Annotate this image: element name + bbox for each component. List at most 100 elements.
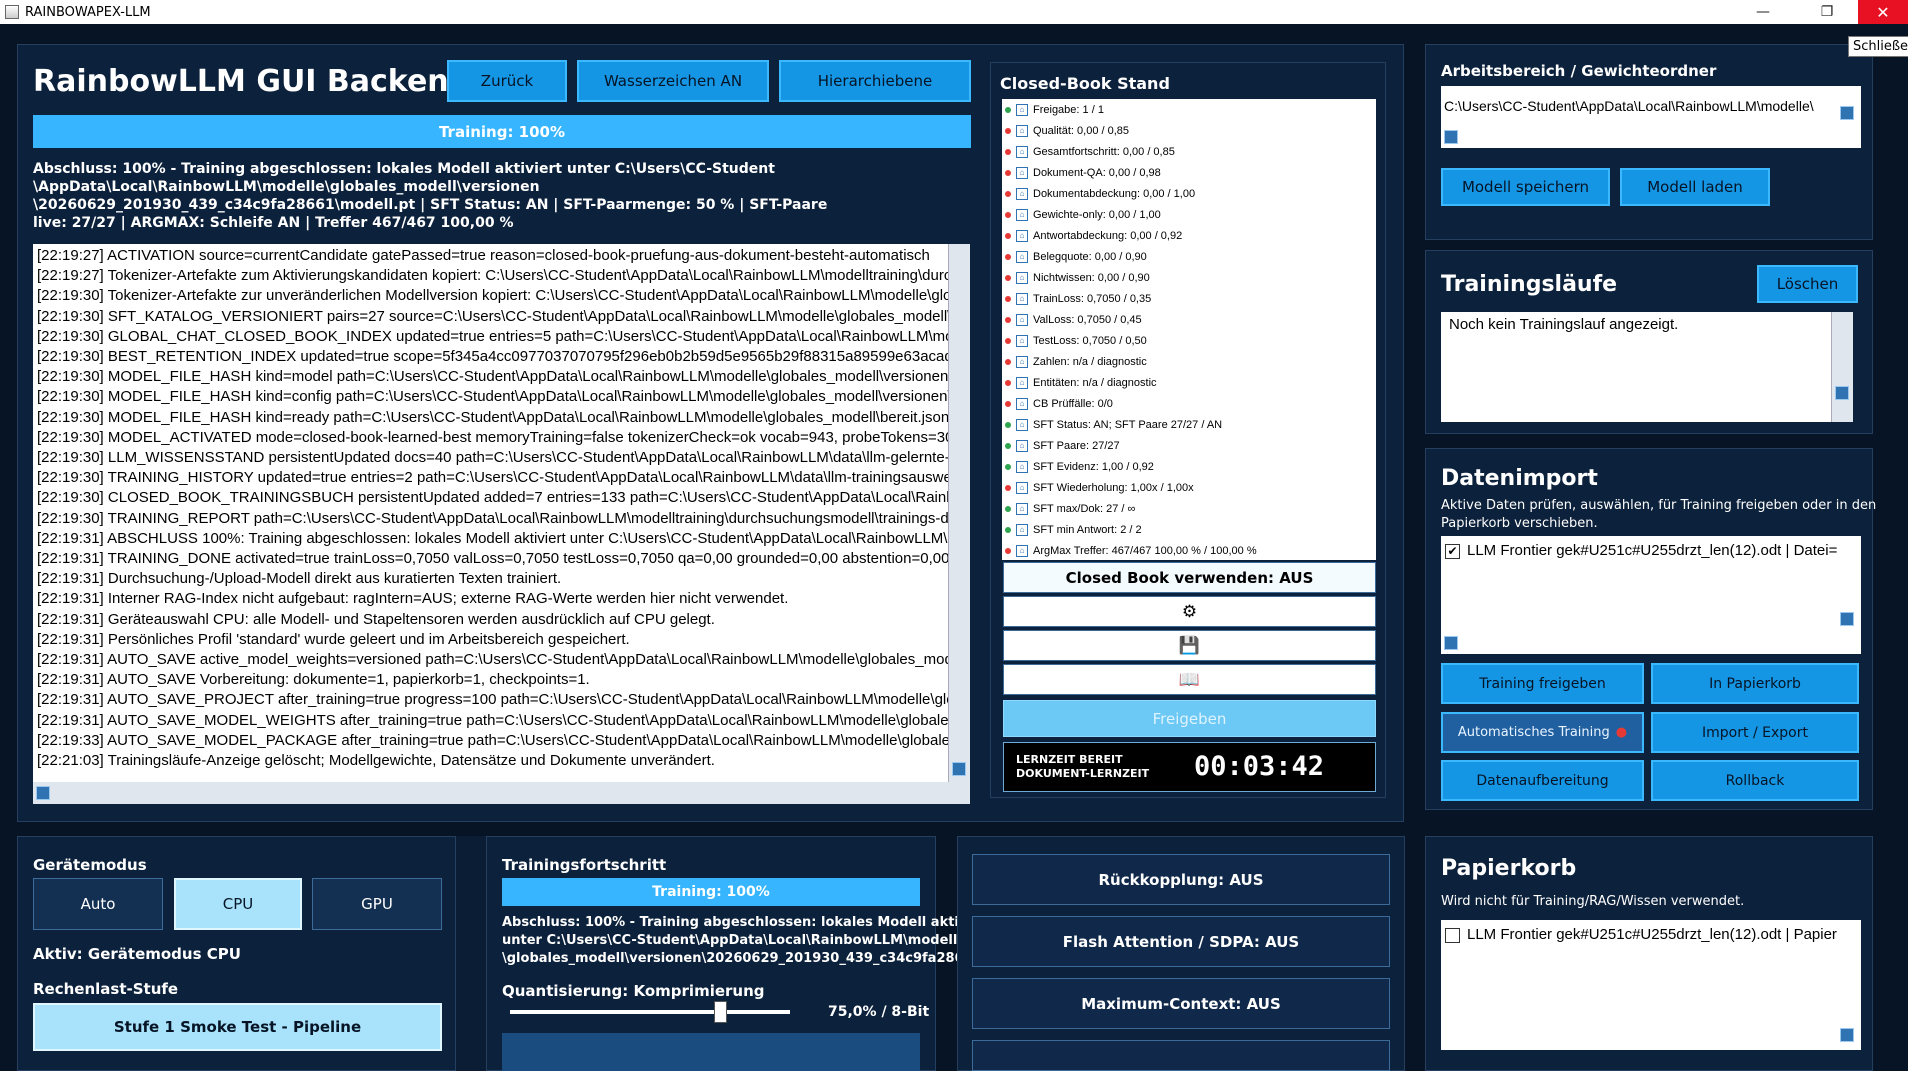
workspace-title: Arbeitsbereich / Gewichteordner <box>1441 62 1717 80</box>
quant-slider-track[interactable] <box>510 1010 790 1014</box>
closed-book-row-label: SFT Status: AN; SFT Paare 27/27 / AN <box>1033 418 1223 431</box>
runs-list[interactable]: Noch kein Trainingslauf angezeigt. <box>1441 312 1853 422</box>
log-line: [22:21:03] Trainingsläufe-Anzeige gelösc… <box>37 752 715 770</box>
path-scroll-thumb[interactable] <box>1444 130 1458 144</box>
data-prep-button[interactable]: Datenaufbereitung <box>1441 760 1644 801</box>
import-vscroll-thumb[interactable] <box>1840 612 1854 626</box>
log-hscroll-thumb[interactable] <box>36 786 50 800</box>
max-context-toggle[interactable]: Maximum-Context: AUS <box>972 978 1390 1029</box>
status-fail-icon <box>1005 190 1011 197</box>
closed-book-row-label: TrainLoss: 0,7050 / 0,35 <box>1033 292 1152 305</box>
auto-training-button[interactable]: Automatisches Training ● <box>1441 712 1644 753</box>
status-line: \AppData\Local\RainbowLLM\modelle\global… <box>33 179 540 195</box>
gear-icon[interactable]: ⚙ <box>1003 596 1376 627</box>
close-button[interactable]: ✕ <box>1858 0 1908 24</box>
auto-training-label: Automatisches Training <box>1457 725 1610 740</box>
status-fail-icon <box>1005 358 1011 365</box>
next-toggle[interactable] <box>972 1040 1390 1071</box>
quant-slider-thumb[interactable] <box>714 1001 727 1023</box>
status-fail-icon <box>1005 316 1011 323</box>
trash-scroll-thumb[interactable] <box>1840 1028 1854 1042</box>
log-line: [22:19:30] CLOSED_BOOK_TRAININGSBUCH per… <box>37 489 948 507</box>
status-fail-icon <box>1005 211 1011 218</box>
status-fail-icon <box>1005 148 1011 155</box>
quant-label: Quantisierung: Komprimierung <box>502 982 765 1000</box>
closed-book-row: ⌂ TrainLoss: 0,7050 / 0,35 <box>1002 288 1376 309</box>
device-cpu-button[interactable]: CPU <box>174 878 302 930</box>
closed-book-row-label: Antwortabdeckung: 0,00 / 0,92 <box>1033 229 1183 242</box>
release-training-button[interactable]: Training freigeben <box>1441 663 1644 704</box>
runs-scroll-thumb[interactable] <box>1835 386 1849 400</box>
release-button[interactable]: Freigeben <box>1003 700 1376 737</box>
progress-text: Abschluss: 100% - Training abgeschlossen… <box>502 914 993 968</box>
trash-desc: Wird nicht für Training/RAG/Wissen verwe… <box>1441 894 1745 909</box>
import-item-checkbox[interactable]: ✔ <box>1445 543 1460 559</box>
trash-list[interactable]: LLM Frontier gek#U251c#U255drzt_len(12).… <box>1441 920 1861 1050</box>
close-tooltip: Schließen <box>1848 36 1908 57</box>
closed-book-row-label: Freigabe: 1 / 1 <box>1033 103 1104 116</box>
runs-title: Trainingsläufe <box>1441 272 1618 297</box>
closed-book-row: ⌂ Qualität: 0,00 / 0,85 <box>1002 120 1376 141</box>
trash-item[interactable]: LLM Frontier gek#U251c#U255drzt_len(12).… <box>1441 920 1861 949</box>
lock-icon: ⌂ <box>1016 166 1028 179</box>
log-scrollbar[interactable] <box>948 244 970 782</box>
closed-book-row: ⌂ Dokumentabdeckung: 0,00 / 1,00 <box>1002 183 1376 204</box>
delete-runs-button[interactable]: Löschen <box>1757 265 1858 303</box>
lock-icon: ⌂ <box>1016 397 1028 410</box>
rollback-button[interactable]: Rollback <box>1651 760 1859 801</box>
status-fail-icon <box>1005 127 1011 134</box>
device-auto-button[interactable]: Auto <box>33 878 163 930</box>
log-scroll-thumb[interactable] <box>952 762 966 776</box>
closed-book-row: ⌂ Nichtwissen: 0,00 / 0,90 <box>1002 267 1376 288</box>
import-list[interactable]: ✔ LLM Frontier gek#U251c#U255drzt_len(12)… <box>1441 536 1861 654</box>
closed-book-row: ⌂ SFT min Antwort: 2 / 2 <box>1002 519 1376 540</box>
hierarchy-button[interactable]: Hierarchiebene <box>779 60 971 102</box>
device-gpu-button[interactable]: GPU <box>312 878 442 930</box>
import-export-button[interactable]: Import / Export <box>1651 712 1859 753</box>
minimize-button[interactable]: — <box>1740 0 1786 24</box>
import-hscroll-thumb[interactable] <box>1444 636 1458 650</box>
back-button[interactable]: Zurück <box>447 60 567 102</box>
quant-value: 75,0% / 8-Bit <box>828 1004 930 1020</box>
progress-line: unter C:\Users\CC-Student\AppData\Local\… <box>502 933 967 948</box>
maximize-button[interactable]: ❐ <box>1804 0 1850 24</box>
status-ok-icon <box>1005 505 1011 512</box>
move-to-trash-button[interactable]: In Papierkorb <box>1651 663 1859 704</box>
runs-scrollbar[interactable] <box>1831 312 1853 422</box>
save-model-button[interactable]: Modell speichern <box>1441 168 1610 206</box>
log-output[interactable]: [22:19:27] ACTIVATION source=currentCand… <box>33 244 948 782</box>
book-icon[interactable]: 📖 <box>1003 664 1376 695</box>
lock-icon: ⌂ <box>1016 334 1028 347</box>
lock-icon: ⌂ <box>1016 418 1028 431</box>
path-vscroll-thumb[interactable] <box>1840 106 1854 120</box>
status-fail-icon <box>1005 253 1011 260</box>
import-item[interactable]: ✔ LLM Frontier gek#U251c#U255drzt_len(12)… <box>1441 536 1861 565</box>
trash-item-checkbox[interactable] <box>1445 927 1460 943</box>
flash-attention-toggle[interactable]: Flash Attention / SDPA: AUS <box>972 916 1390 967</box>
closed-book-title: Closed-Book Stand <box>1000 74 1170 93</box>
closed-book-row-label: SFT min Antwort: 2 / 2 <box>1033 523 1142 536</box>
workspace-path-box[interactable]: C:\Users\CC-Student\AppData\Local\Rainbo… <box>1441 86 1861 148</box>
closed-book-row: ⌂ SFT Status: AN; SFT Paare 27/27 / AN <box>1002 414 1376 435</box>
log-line: [22:19:30] Tokenizer-Artefakte zur unver… <box>37 287 948 305</box>
log-line: [22:19:31] AUTO_SAVE active_model_weight… <box>37 651 948 669</box>
closed-book-list: ⌂ Freigabe: 1 / 1 ⌂ Qualität: 0,00 / 0,85 ⌂ G… <box>1002 99 1376 560</box>
progress-more-button[interactable] <box>502 1033 920 1071</box>
use-closed-book-toggle[interactable]: Closed Book verwenden: AUS <box>1003 562 1376 593</box>
feedback-toggle[interactable]: Rückkopplung: AUS <box>972 854 1390 905</box>
save-icon[interactable]: 💾 <box>1003 630 1376 661</box>
status-fail-icon <box>1005 274 1011 281</box>
log-line: [22:19:31] AUTO_SAVE_MODEL_WEIGHTS after… <box>37 711 948 729</box>
closed-book-row-label: ValLoss: 0,7050 / 0,45 <box>1033 313 1142 326</box>
load-stage-title: Rechenlast-Stufe <box>33 980 179 998</box>
log-line: [22:19:30] SFT_KATALOG_VERSIONIERT pairs… <box>37 307 948 325</box>
log-hscrollbar[interactable] <box>33 782 970 804</box>
lock-icon: ⌂ <box>1016 250 1028 263</box>
status-line: live: 27/27 | ARGMAX: Schleife AN | Tref… <box>33 215 514 231</box>
trash-item-label: LLM Frontier gek#U251c#U255drzt_len(12).… <box>1467 926 1837 943</box>
load-model-button[interactable]: Modell laden <box>1620 168 1770 206</box>
closed-book-row-label: Gewichte-only: 0,00 / 1,00 <box>1033 208 1161 221</box>
load-stage-select[interactable]: Stufe 1 Smoke Test - Pipeline <box>33 1003 442 1051</box>
watermark-button[interactable]: Wasserzeichen AN <box>577 60 769 102</box>
status-fail-icon <box>1005 232 1011 239</box>
